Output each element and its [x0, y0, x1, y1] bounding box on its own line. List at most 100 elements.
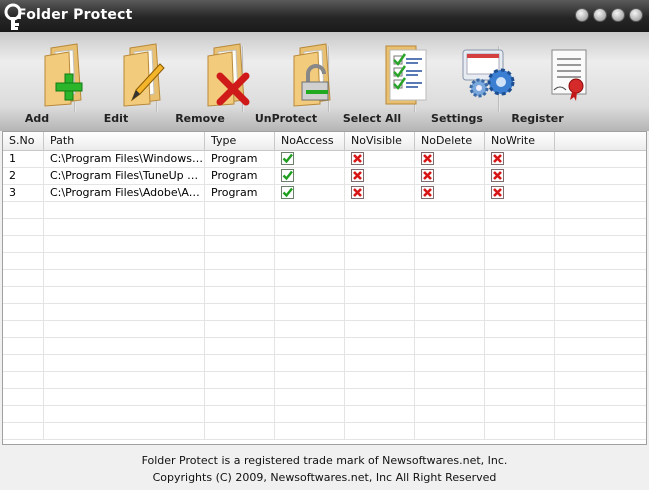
- empty-cell: [3, 219, 44, 235]
- title-bar[interactable]: Folder Protect: [0, 0, 649, 32]
- maximize-icon[interactable]: [611, 8, 625, 22]
- empty-cell: [205, 253, 275, 269]
- empty-cell: [415, 423, 485, 439]
- window-title: Folder Protect: [17, 7, 133, 23]
- minimize-icon[interactable]: [593, 8, 607, 22]
- toolbar-button-label: Edit: [103, 112, 129, 125]
- cross-icon: [351, 186, 364, 199]
- cross-icon: [491, 186, 504, 199]
- empty-table-row: [3, 236, 646, 253]
- empty-cell: [275, 202, 345, 218]
- empty-cell: [485, 423, 555, 439]
- cross-icon: [491, 152, 504, 165]
- sno-cell: 3: [3, 185, 44, 201]
- table-row[interactable]: 3 C:\Program Files\Adobe\Ado... Program: [3, 185, 646, 202]
- empty-cell: [205, 219, 275, 235]
- empty-cell: [205, 236, 275, 252]
- nowrite-column-header[interactable]: NoWrite: [485, 132, 555, 150]
- nodelete-column-header[interactable]: NoDelete: [415, 132, 485, 150]
- empty-cell: [205, 202, 275, 218]
- unprotect-button[interactable]: UnProtect: [244, 32, 331, 131]
- empty-cell: [485, 338, 555, 354]
- noaccess-cell[interactable]: [275, 151, 345, 167]
- novisible-cell[interactable]: [345, 168, 415, 184]
- empty-cell: [3, 287, 44, 303]
- novisible-column-header[interactable]: NoVisible: [345, 132, 415, 150]
- type-column-header[interactable]: Type: [205, 132, 275, 150]
- empty-cell: [415, 236, 485, 252]
- noaccess-cell[interactable]: [275, 185, 345, 201]
- empty-table-row: [3, 253, 646, 270]
- empty-cell: [44, 304, 205, 320]
- empty-cell: [485, 219, 555, 235]
- table-row[interactable]: 1 C:\Program Files\Windows N... Program: [3, 151, 646, 168]
- empty-cell: [44, 423, 205, 439]
- cross-icon: [421, 186, 434, 199]
- path-column-header[interactable]: Path: [44, 132, 205, 150]
- empty-cell: [415, 321, 485, 337]
- toolbar-button-label: Add: [24, 112, 50, 125]
- empty-cell: [44, 338, 205, 354]
- add-button[interactable]: Add: [0, 32, 83, 131]
- table-row[interactable]: 2 C:\Program Files\TuneUp Uti... Program: [3, 168, 646, 185]
- empty-cell: [44, 253, 205, 269]
- empty-cell: [3, 202, 44, 218]
- empty-cell: [205, 270, 275, 286]
- empty-cell: [485, 406, 555, 422]
- empty-cell: [3, 253, 44, 269]
- nodelete-cell[interactable]: [415, 185, 485, 201]
- cross-icon: [421, 152, 434, 165]
- remove-button[interactable]: Remove: [158, 32, 250, 131]
- path-cell: C:\Program Files\TuneUp Uti...: [44, 168, 205, 184]
- empty-cell: [345, 389, 415, 405]
- empty-table-row: [3, 389, 646, 406]
- register-button[interactable]: Register: [500, 32, 586, 131]
- empty-cell: [3, 372, 44, 388]
- empty-cell: [345, 338, 415, 354]
- close-icon[interactable]: [629, 8, 643, 22]
- empty-cell: [415, 287, 485, 303]
- help-icon[interactable]: [575, 8, 589, 22]
- empty-cell: [205, 406, 275, 422]
- empty-cell: [275, 338, 345, 354]
- protected-items-table[interactable]: S.No Path Type NoAccess NoVisible NoDelete NoW…: [2, 131, 647, 445]
- empty-cell: [44, 219, 205, 235]
- empty-cell: [44, 406, 205, 422]
- empty-cell: [3, 304, 44, 320]
- nowrite-cell[interactable]: [485, 185, 555, 201]
- novisible-cell[interactable]: [345, 151, 415, 167]
- noaccess-column-header[interactable]: NoAccess: [275, 132, 345, 150]
- check-icon: [281, 186, 294, 199]
- empty-table-row: [3, 406, 646, 423]
- toolbar: Add Edit Remove UnProtect Select All Set…: [0, 32, 649, 131]
- filler-column-header[interactable]: [555, 132, 646, 150]
- empty-cell: [345, 406, 415, 422]
- toolbar-button-label: Remove: [175, 112, 225, 125]
- empty-cell: [275, 304, 345, 320]
- nodelete-cell[interactable]: [415, 151, 485, 167]
- empty-cell: [205, 321, 275, 337]
- empty-cell: [555, 270, 646, 286]
- noaccess-cell[interactable]: [275, 168, 345, 184]
- empty-cell: [345, 253, 415, 269]
- toolbar-button-label: UnProtect: [254, 112, 318, 125]
- empty-cell: [345, 287, 415, 303]
- nowrite-cell[interactable]: [485, 151, 555, 167]
- empty-cell: [415, 355, 485, 371]
- empty-cell: [345, 236, 415, 252]
- nodelete-cell[interactable]: [415, 168, 485, 184]
- table-body: 1 C:\Program Files\Windows N... Program 2C…: [3, 151, 646, 440]
- empty-cell: [485, 202, 555, 218]
- empty-cell: [275, 321, 345, 337]
- settings-button[interactable]: Settings: [416, 32, 515, 131]
- empty-table-row: [3, 423, 646, 440]
- trademark-text: Folder Protect is a registered trade mar…: [141, 454, 508, 467]
- edit-button[interactable]: Edit: [76, 32, 165, 131]
- empty-cell: [555, 338, 646, 354]
- path-cell: C:\Program Files\Adobe\Ado...: [44, 185, 205, 201]
- sno-column-header[interactable]: S.No: [3, 132, 44, 150]
- window-controls: [575, 8, 643, 22]
- select-all-button[interactable]: Select All: [330, 32, 427, 131]
- nowrite-cell[interactable]: [485, 168, 555, 184]
- novisible-cell[interactable]: [345, 185, 415, 201]
